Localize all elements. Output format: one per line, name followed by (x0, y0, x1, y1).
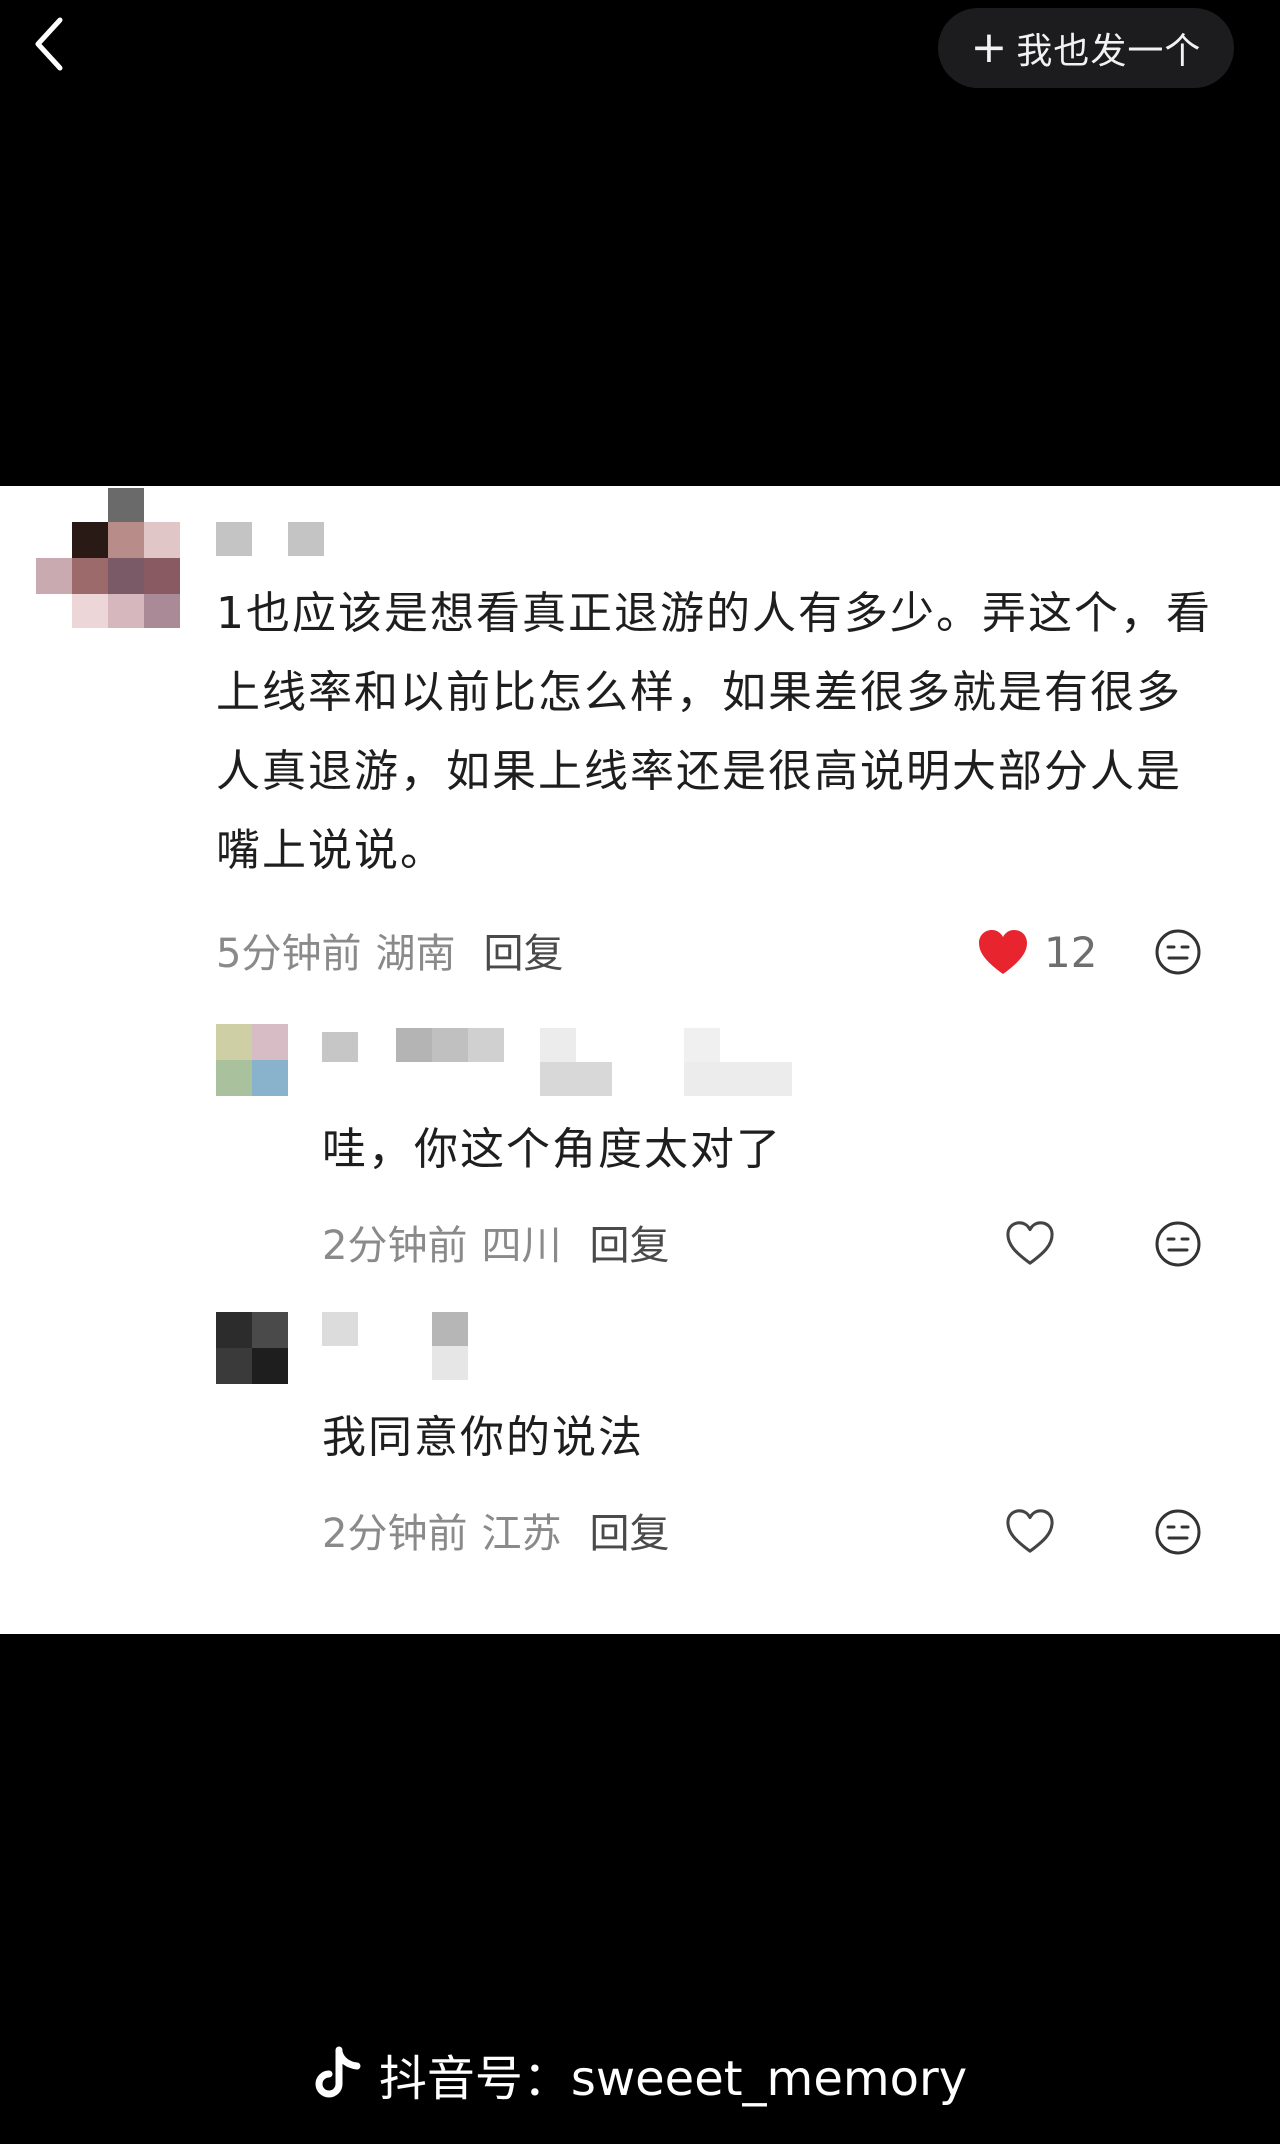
reply-location: 四川 (481, 1223, 562, 1269)
post-too-label: 我也发一个 (1016, 31, 1202, 72)
emoji-button[interactable] (1154, 1508, 1202, 1560)
heart-filled-icon (979, 930, 1027, 974)
comment-text: 1也应该是想看真正退游的人有多少。弄这个，看上线率和以前比怎么样，如果差很多就是… (216, 588, 1212, 876)
like-button[interactable] (1004, 1216, 1056, 1270)
comment-meta: 5分钟前 湖南 回复 (216, 920, 563, 980)
watermark-text: 抖音号：sweeet_memory (378, 2051, 968, 2107)
back-button[interactable] (22, 14, 82, 74)
plus-icon: + (970, 22, 1009, 73)
reply-button[interactable]: 回复 (589, 1213, 669, 1271)
reply-text: 哇，你这个角度太对了 (322, 1124, 782, 1175)
emoji-icon (1155, 929, 1201, 975)
like-button[interactable]: 12 (976, 922, 1097, 982)
douyin-logo-icon (315, 2046, 361, 2098)
emoji-icon (1155, 1221, 1201, 1267)
avatar[interactable] (216, 1024, 288, 1096)
username-blurred[interactable] (216, 522, 326, 558)
reply-button[interactable]: 回复 (483, 921, 563, 979)
reply-meta: 2分钟前 江苏 回复 (322, 1500, 669, 1560)
like-button[interactable] (1004, 1504, 1056, 1558)
username-blurred[interactable] (322, 1022, 802, 1098)
comment-time: 5分钟前 (216, 931, 362, 977)
comment-screenshot: 1也应该是想看真正退游的人有多少。弄这个，看上线率和以前比怎么样，如果差很多就是… (0, 486, 1280, 1634)
chevron-left-icon (35, 17, 63, 71)
emoji-icon (1155, 1509, 1201, 1555)
reply-text: 我同意你的说法 (322, 1412, 644, 1463)
avatar[interactable] (216, 1312, 288, 1384)
heart-outline-icon (1006, 1509, 1054, 1553)
heart-outline-icon (1006, 1221, 1054, 1265)
douyin-watermark: 抖音号：sweeet_memory (0, 2034, 1280, 2114)
post-too-button[interactable]: + 我也发一个 (938, 8, 1234, 88)
reply-location: 江苏 (481, 1511, 562, 1557)
emoji-button[interactable] (1154, 928, 1202, 980)
reply-time: 2分钟前 (322, 1511, 468, 1557)
avatar[interactable] (36, 488, 182, 628)
emoji-button[interactable] (1154, 1220, 1202, 1272)
reply-button[interactable]: 回复 (589, 1501, 669, 1559)
reply-time: 2分钟前 (322, 1223, 468, 1269)
username-blurred[interactable] (322, 1312, 472, 1384)
comment-location: 湖南 (375, 931, 456, 977)
like-count: 12 (1044, 927, 1098, 977)
reply-meta: 2分钟前 四川 回复 (322, 1212, 669, 1272)
